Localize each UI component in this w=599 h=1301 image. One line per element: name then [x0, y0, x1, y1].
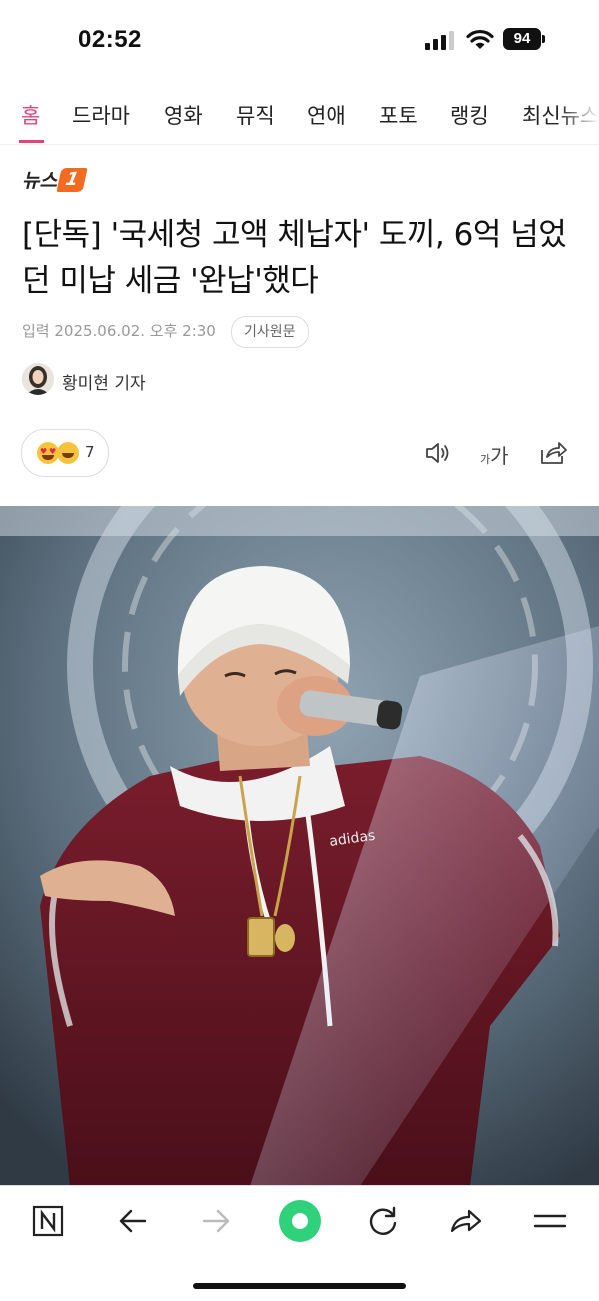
active-tab-indicator: [19, 140, 44, 143]
article-headline: [단독] '국세청 고액 체납자' 도끼, 6억 넘었던 미납 세금 '완납'했…: [22, 217, 567, 299]
forward-arrow-icon[interactable]: [198, 1203, 234, 1239]
heart-eyes-emoji-icon: ♥ ♥: [37, 442, 59, 464]
wifi-icon: [466, 29, 494, 49]
tab-home[interactable]: 홈: [21, 100, 40, 130]
category-tabs: 홈 드라마 영화 뮤직 연애 포토 랭킹 최신뉴스: [0, 86, 599, 145]
green-dot-button[interactable]: [278, 1199, 322, 1243]
author-avatar[interactable]: [22, 363, 54, 395]
font-size-big-label: 가: [490, 444, 509, 468]
tab-movie[interactable]: 영화: [164, 100, 203, 130]
tab-drama[interactable]: 드라마: [72, 100, 130, 130]
share-arrow-icon[interactable]: [448, 1203, 484, 1239]
author-name[interactable]: 황미현 기자: [62, 369, 146, 394]
reaction-count: 7: [85, 443, 95, 461]
tab-ranking[interactable]: 랭킹: [450, 100, 489, 130]
menu-icon[interactable]: [532, 1203, 568, 1239]
back-arrow-icon[interactable]: [115, 1203, 151, 1239]
original-article-button[interactable]: 기사원문: [231, 316, 309, 348]
browser-bottom-bar: [0, 1185, 599, 1301]
battery-nub: [542, 35, 545, 43]
font-size-button[interactable]: 가가: [480, 440, 509, 469]
naver-home-icon[interactable]: [30, 1203, 66, 1239]
refresh-icon[interactable]: [365, 1203, 401, 1239]
smile-emoji-icon: [57, 442, 79, 464]
publisher-name: 뉴스: [22, 170, 57, 192]
cellular-signal-icon: [425, 30, 455, 50]
tabs-fade: [559, 86, 599, 144]
status-time: 02:52: [78, 26, 142, 53]
speaker-icon[interactable]: [425, 442, 453, 464]
font-size-small-label: 가: [480, 453, 491, 466]
publisher-logo[interactable]: 뉴스 1: [22, 166, 88, 192]
performer-photo: adidas: [0, 506, 599, 1186]
article-date: 입력 2025.06.02. 오후 2:30: [22, 322, 216, 340]
tab-photo[interactable]: 포토: [379, 100, 418, 130]
tab-music[interactable]: 뮤직: [236, 100, 275, 130]
publisher-badge: 1: [56, 167, 88, 192]
tab-romance[interactable]: 연애: [307, 100, 346, 130]
article-photo[interactable]: adidas: [0, 506, 599, 1186]
home-indicator[interactable]: [193, 1283, 406, 1289]
reaction-button[interactable]: ♥ ♥ 7: [21, 429, 109, 477]
share-icon[interactable]: [539, 440, 567, 466]
battery-indicator: 94: [503, 28, 541, 50]
